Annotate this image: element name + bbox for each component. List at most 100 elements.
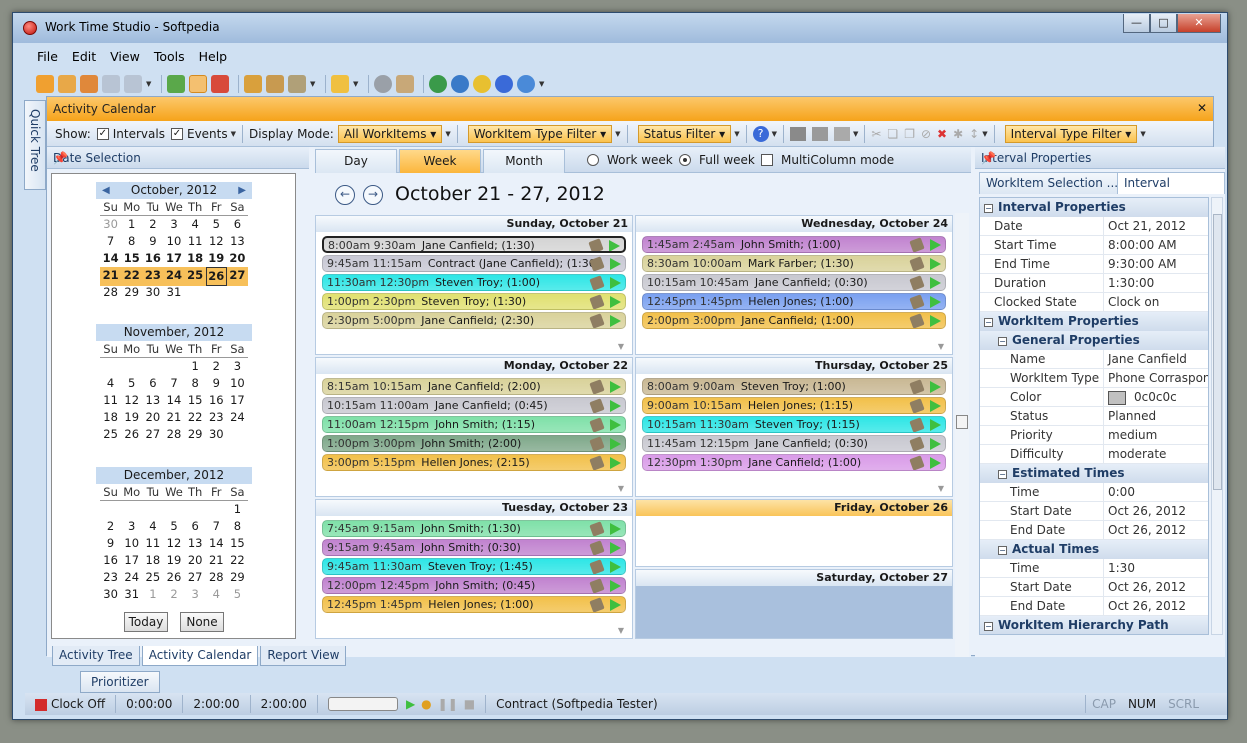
calendar-event[interactable]: 1:45am 2:45am John Smith; (1:00) <box>642 236 946 253</box>
day-cell[interactable]: 12 <box>206 233 227 250</box>
day-cell[interactable]: 28 <box>100 284 121 301</box>
property-row[interactable]: Name Jane Canfield <box>980 350 1208 369</box>
property-value[interactable]: Oct 21, 2012 <box>1104 217 1208 235</box>
workitem-type-filter[interactable]: WorkItem Type Filter ▾ <box>467 124 613 143</box>
day-cell[interactable]: 22 <box>227 552 248 569</box>
day-cell[interactable]: 17 <box>121 552 142 569</box>
help-icon[interactable]: ? <box>752 125 769 142</box>
play-icon[interactable] <box>610 315 621 327</box>
today-button[interactable]: Today <box>124 612 168 632</box>
day-cell[interactable]: 23 <box>206 409 227 426</box>
play-icon[interactable]: ▶ <box>406 695 415 713</box>
property-value[interactable]: Oct 26, 2012 <box>1104 502 1208 520</box>
calendar-event[interactable]: 10:15am 11:30am Steven Troy; (1:15) <box>642 416 946 433</box>
calendar-event[interactable]: 9:45am 11:15am Contract (Jane Canfield); … <box>322 255 626 272</box>
redo-icon[interactable] <box>124 75 142 93</box>
menu-help[interactable]: Help <box>192 45 235 67</box>
day-cell[interactable]: 19 <box>163 552 184 569</box>
wrench-icon[interactable] <box>288 75 306 93</box>
save-icon[interactable] <box>80 75 98 93</box>
toolbar-dropdown-icon[interactable]: ▼ <box>539 80 545 88</box>
property-section[interactable]: − WorkItem Properties <box>980 312 1208 331</box>
property-value[interactable]: Oct 26, 2012 <box>1104 597 1208 615</box>
day-cell[interactable]: 15 <box>185 392 206 409</box>
play-icon[interactable] <box>930 258 941 270</box>
arrows-icon[interactable] <box>331 75 349 93</box>
work-week-radio[interactable] <box>587 154 599 166</box>
play-icon[interactable] <box>930 381 941 393</box>
delete-icon[interactable]: ✖ <box>937 127 947 141</box>
new-item-icon[interactable] <box>36 75 54 93</box>
day-cell[interactable]: 10 <box>163 233 184 250</box>
open-icon[interactable] <box>58 75 76 93</box>
next-month-icon[interactable]: ▶ <box>238 182 246 199</box>
day-cell[interactable]: 27 <box>185 569 206 586</box>
play-icon[interactable] <box>610 438 621 450</box>
property-row[interactable]: Clocked State Clock on <box>980 293 1208 312</box>
calendar-event[interactable]: 8:30am 10:00am Mark Farber; (1:30) <box>642 255 946 272</box>
scroll-down-icon[interactable]: ▼ <box>618 342 624 351</box>
calendar-event[interactable]: 12:00pm 12:45pm John Smith; (0:45) <box>322 577 626 594</box>
events-checkbox[interactable]: ✓ <box>170 127 183 140</box>
help-icon[interactable] <box>495 75 513 93</box>
property-value[interactable]: Planned <box>1104 407 1208 425</box>
day-cell[interactable]: 2 <box>100 518 121 535</box>
property-value[interactable]: Jane Canfield <box>1104 350 1208 368</box>
menu-file[interactable]: File <box>30 45 65 67</box>
day-cell[interactable]: 2 <box>163 586 184 603</box>
property-value[interactable]: 9:30:00 AM <box>1104 255 1208 273</box>
scroll-down-icon[interactable]: ▼ <box>938 484 944 493</box>
day-cell[interactable]: 26 <box>163 569 184 586</box>
day-cell[interactable]: 10 <box>227 375 248 392</box>
day-cell[interactable]: 17 <box>163 250 184 267</box>
calendar-event[interactable]: 9:15am 9:45am John Smith; (0:30) <box>322 539 626 556</box>
day-cell[interactable]: 13 <box>227 233 248 250</box>
day-cell[interactable]: 24 <box>121 569 142 586</box>
calendar-event[interactable]: 8:00am 9:30am Jane Canfield; (1:30) <box>322 236 626 253</box>
play-icon[interactable] <box>930 296 941 308</box>
property-section[interactable]: − Interval Properties <box>980 198 1208 217</box>
property-value[interactable]: medium <box>1104 426 1208 444</box>
collapse-icon[interactable]: − <box>984 622 993 631</box>
tab-month[interactable]: Month <box>483 149 565 173</box>
property-row[interactable]: WorkItem Type Phone Corraspond <box>980 369 1208 388</box>
calendar-view-icon[interactable] <box>189 75 207 93</box>
collapse-icon[interactable]: − <box>998 470 1007 479</box>
play-icon[interactable] <box>610 277 621 289</box>
report-view-icon[interactable] <box>211 75 229 93</box>
play-icon[interactable] <box>930 239 941 251</box>
status-filter[interactable]: Status Filter ▾ <box>637 124 732 143</box>
day-cell[interactable]: 3 <box>185 586 206 603</box>
display-mode-dropdown[interactable]: All WorkItems ▾ <box>337 124 443 143</box>
copy-icon[interactable]: ❏ <box>887 127 898 141</box>
day-cell[interactable]: 3 <box>121 518 142 535</box>
day-cell[interactable]: 25 <box>142 569 163 586</box>
day-cell[interactable]: 20 <box>227 250 248 267</box>
pin-icon[interactable]: 📌 <box>53 151 303 165</box>
tab-activity-calendar[interactable]: Activity Calendar <box>141 646 259 666</box>
day-cell[interactable]: 21 <box>206 552 227 569</box>
play-icon[interactable] <box>609 240 620 251</box>
day-cell[interactable]: 12 <box>163 535 184 552</box>
tab-workitem-selection[interactable]: WorkItem Selection ... <box>979 172 1126 194</box>
day-cell[interactable]: 30 <box>100 216 121 233</box>
property-value[interactable]: 1:30 <box>1104 559 1208 577</box>
day-cell[interactable]: 30 <box>206 426 227 443</box>
undo-icon[interactable] <box>102 75 120 93</box>
toolbar-dropdown-icon[interactable]: ▼ <box>310 80 316 88</box>
property-section[interactable]: − Estimated Times <box>980 464 1208 483</box>
day-panel[interactable]: Sunday, October 21 8:00am 9:30am Jane Canf… <box>315 215 633 355</box>
web-icon[interactable] <box>451 75 469 93</box>
day-cell[interactable]: 1 <box>121 216 142 233</box>
globe-icon[interactable] <box>429 75 447 93</box>
day-cell[interactable]: 5 <box>227 586 248 603</box>
tab-activity-tree[interactable]: Activity Tree <box>52 646 140 666</box>
property-value[interactable]: Phone Corraspond <box>1104 369 1208 387</box>
move-icon[interactable]: ↕ <box>969 127 979 141</box>
property-section[interactable]: − General Properties <box>980 331 1208 350</box>
calendar-event[interactable]: 2:00pm 3:00pm Jane Canfield; (1:00) <box>642 312 946 329</box>
pause-icon[interactable]: ❚❚ <box>438 695 458 713</box>
scroll-down-icon[interactable]: ▼ <box>938 342 944 351</box>
day-cell[interactable]: 9 <box>142 233 163 250</box>
day-cell[interactable]: 1 <box>142 586 163 603</box>
